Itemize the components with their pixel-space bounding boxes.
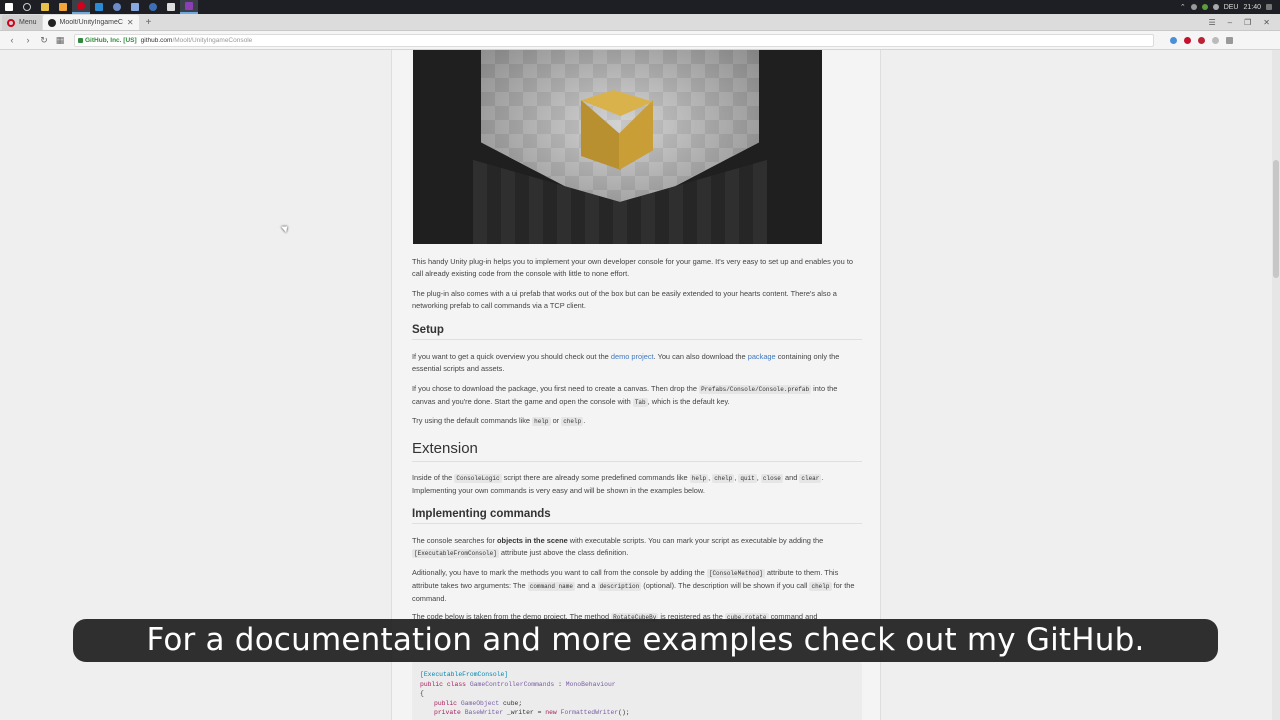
tab-bar: Menu Moolt/UnityIngameConsole ✕ + ☰ – ❐ … [0,14,1280,31]
extension-icon[interactable] [1212,36,1219,44]
volume-icon[interactable] [1190,4,1197,10]
demo-project-link[interactable]: demo project [611,352,654,361]
download-icon[interactable] [1226,36,1233,44]
unity-icon[interactable] [162,0,180,14]
network-icon[interactable] [1212,4,1219,10]
address-bar: ‹ › ↻ ▦ GitHub, Inc. [US] github.com /Mo… [0,31,1280,50]
windows-start-icon[interactable] [0,0,18,14]
opera-taskbar-icon[interactable] [72,0,90,14]
chevron-up-icon[interactable]: ⌃ [1180,3,1186,11]
app-icon[interactable] [54,0,72,14]
vscode-icon[interactable] [90,0,108,14]
notifications-icon[interactable] [1266,4,1272,10]
opera-icon [7,18,15,27]
github-icon [47,18,56,27]
restore-icon[interactable]: ❐ [1244,18,1251,27]
mouse-cursor-icon [281,223,290,233]
folder-icon[interactable] [36,0,54,14]
tab-github[interactable]: Moolt/UnityIngameConsole ✕ [42,15,139,30]
app-icon[interactable] [126,0,144,14]
adblock-icon[interactable] [1184,36,1191,44]
setup-paragraph: Try using the default commands like help… [412,416,586,426]
intro-paragraph: The plug-in also comes with a ui prefab … [412,289,837,310]
intro-paragraph: This handy Unity plug-in helps you to im… [412,257,853,278]
setup-heading: Setup [412,324,862,340]
tab-menu-icon[interactable]: ☰ [1209,18,1216,27]
new-tab-button[interactable]: + [140,15,158,30]
setup-paragraph: If you chose to download the package, yo… [412,384,838,407]
search-icon[interactable] [18,0,36,14]
implementing-heading: Implementing commands [412,508,862,524]
language-indicator[interactable]: DEU [1224,4,1239,11]
extension-heading: Extension [412,440,862,462]
clock[interactable]: 21:40 [1243,4,1261,11]
extension-icon[interactable] [1170,36,1177,44]
extension-icon[interactable] [1198,36,1205,44]
system-tray: ⌃ DEU 21:40 [1180,3,1280,11]
url-input[interactable]: GitHub, Inc. [US] github.com /Moolt/Unit… [74,33,1154,47]
page-scrollbar[interactable] [1272,50,1280,720]
opera-menu-tab[interactable]: Menu [2,15,42,30]
windows-taskbar: ⌃ DEU 21:40 [0,0,1280,14]
forward-icon[interactable]: › [20,35,36,45]
setup-paragraph: If you want to get a quick overview you … [412,352,840,373]
code-block: [ExecutableFromConsole] public class Gam… [412,662,862,720]
implementing-paragraph: The console searches for objects in the … [412,536,824,558]
url-path: /Moolt/UnityIngameConsole [172,36,253,44]
demo-screenshot [413,50,822,244]
video-caption: For a documentation and more examples ch… [73,619,1218,662]
back-icon[interactable]: ‹ [4,35,20,45]
premiere-icon[interactable] [180,0,198,14]
lock-icon [78,37,83,43]
tab-label: Moolt/UnityIngameConsole [59,19,123,26]
url-host: github.com [140,36,173,44]
media-icon[interactable] [144,0,162,14]
security-badge[interactable]: GitHub, Inc. [US] [78,37,137,44]
extension-paragraph: Inside of the ConsoleLogic script there … [412,473,824,495]
tray-app-icon[interactable] [1201,4,1208,10]
close-window-icon[interactable]: ✕ [1263,18,1270,27]
implementing-paragraph: Aditionally, you have to mark the method… [412,568,855,603]
app-icon[interactable] [108,0,126,14]
minimize-icon[interactable]: – [1228,18,1232,27]
close-icon[interactable]: ✕ [127,18,134,27]
grid-icon[interactable]: ▦ [52,35,68,46]
package-link[interactable]: package [748,352,776,361]
scroll-thumb[interactable] [1273,160,1279,278]
reload-icon[interactable]: ↻ [36,35,52,46]
cube-image [581,90,653,170]
tab-label: Menu [19,19,37,26]
